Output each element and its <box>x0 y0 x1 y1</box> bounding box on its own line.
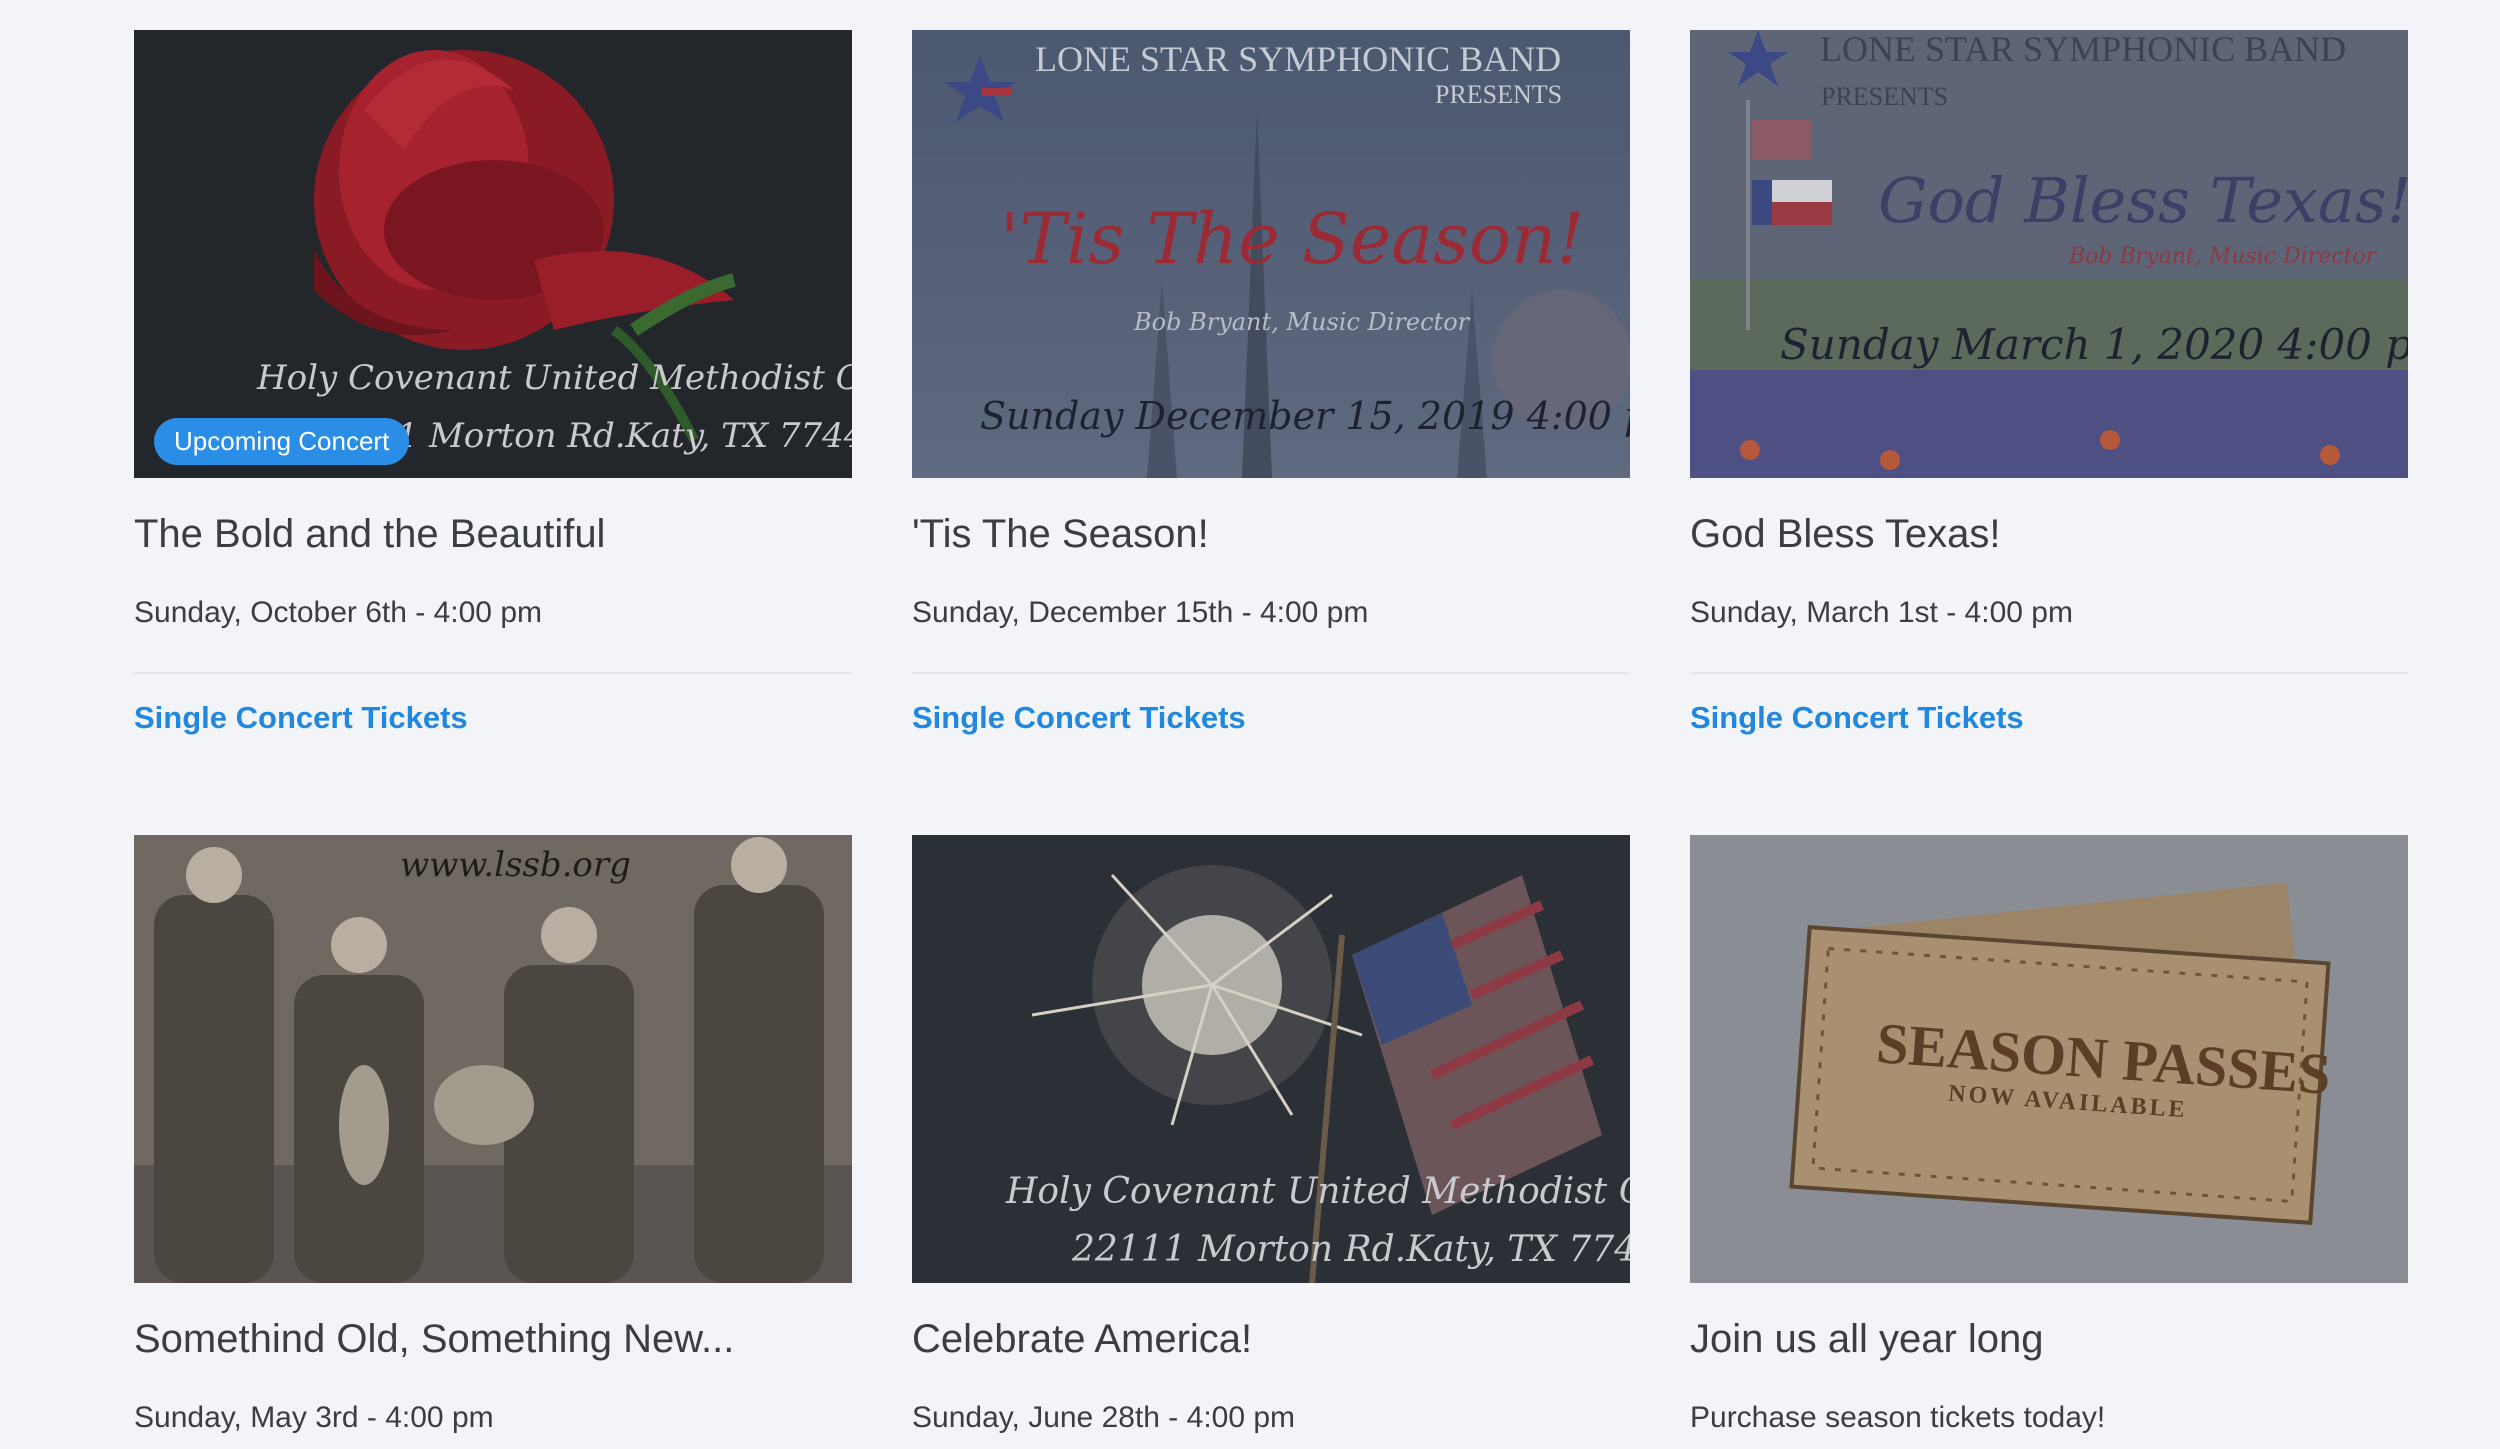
poster-venue-text: Holy Covenant United Methodist Church <box>1006 1171 1630 1212</box>
concert-title: Somethind Old, Something New... <box>134 1317 735 1361</box>
poster-datetime: Sunday December 15, 2019 4:00 p.m <box>980 394 1630 438</box>
concert-title: God Bless Texas! <box>1690 512 2001 556</box>
poster-venue-text: Holy Covenant United Methodist Church <box>257 358 852 398</box>
poster-presents: PRESENTS <box>1821 82 1949 111</box>
single-concert-tickets-link[interactable]: Single Concert Tickets <box>1690 700 2024 736</box>
single-concert-tickets-link[interactable]: Single Concert Tickets <box>134 700 468 736</box>
concert-poster-image[interactable]: LONE STAR SYMPHONIC BAND PRESENTS God Bl… <box>1690 30 2408 478</box>
poster-director: Bob Bryant, Music Director <box>1134 308 1470 336</box>
poster-headline: God Bless Texas! <box>1878 164 2408 237</box>
poster-band-name: LONE STAR SYMPHONIC BAND <box>1820 30 2347 69</box>
poster-presents: PRESENTS <box>1435 80 1563 109</box>
poster-director: Bob Bryant, Music Director <box>2069 244 2377 269</box>
single-concert-tickets-link[interactable]: Single Concert Tickets <box>912 700 1246 736</box>
concert-card[interactable]: Holy Covenant United Methodist Church 22… <box>134 30 852 735</box>
concert-card[interactable]: LONE STAR SYMPHONIC BAND PRESENTS 'Tis T… <box>912 30 1630 735</box>
concert-date: Sunday, March 1st - 4:00 pm <box>1690 596 2073 629</box>
poster-headline: 'Tis The Season! <box>1000 198 1585 280</box>
concert-date: Sunday, October 6th - 4:00 pm <box>134 596 543 629</box>
season-pass-description: Purchase season tickets today! <box>1690 1401 2106 1434</box>
concert-poster-image[interactable]: www.lssb.org <box>134 835 852 1283</box>
season-pass-card[interactable]: SEASON PASSES NOW AVAILABLE Join us all … <box>1690 835 2408 1434</box>
concert-poster-image[interactable]: Holy Covenant United Methodist Church 22… <box>134 30 852 478</box>
concert-title: 'Tis The Season! <box>912 512 1209 556</box>
poster-datetime: Sunday March 1, 2020 4:00 p.m <box>1780 320 2408 369</box>
concert-poster-image[interactable]: Holy Covenant United Methodist Church 22… <box>912 835 1630 1283</box>
divider <box>134 672 852 674</box>
divider <box>912 672 1630 674</box>
concert-title: Celebrate America! <box>912 1317 1253 1361</box>
concert-card[interactable]: Holy Covenant United Methodist Church 22… <box>912 835 1630 1434</box>
concert-card[interactable]: www.lssb.org Somethind Old, Something Ne… <box>134 835 852 1434</box>
concert-date: Sunday, June 28th - 4:00 pm <box>912 1401 1296 1434</box>
poster-address-text: 22111 Morton Rd.Katy, TX 77449 <box>1072 1229 1630 1270</box>
season-pass-title: Join us all year long <box>1690 1317 2044 1361</box>
concert-date: Sunday, May 3rd - 4:00 pm <box>134 1401 494 1434</box>
concert-title: The Bold and the Beautiful <box>134 512 606 556</box>
concert-date: Sunday, December 15th - 4:00 pm <box>912 596 1369 629</box>
upcoming-concert-badge: Upcoming Concert <box>154 418 410 465</box>
concert-poster-image[interactable]: LONE STAR SYMPHONIC BAND PRESENTS 'Tis T… <box>912 30 1630 478</box>
concert-card[interactable]: LONE STAR SYMPHONIC BAND PRESENTS God Bl… <box>1690 30 2408 735</box>
season-pass-image[interactable]: SEASON PASSES NOW AVAILABLE <box>1690 835 2408 1283</box>
divider <box>1690 672 2408 674</box>
poster-website: www.lssb.org <box>400 845 631 885</box>
poster-band-name: LONE STAR SYMPHONIC BAND <box>1035 39 1562 79</box>
